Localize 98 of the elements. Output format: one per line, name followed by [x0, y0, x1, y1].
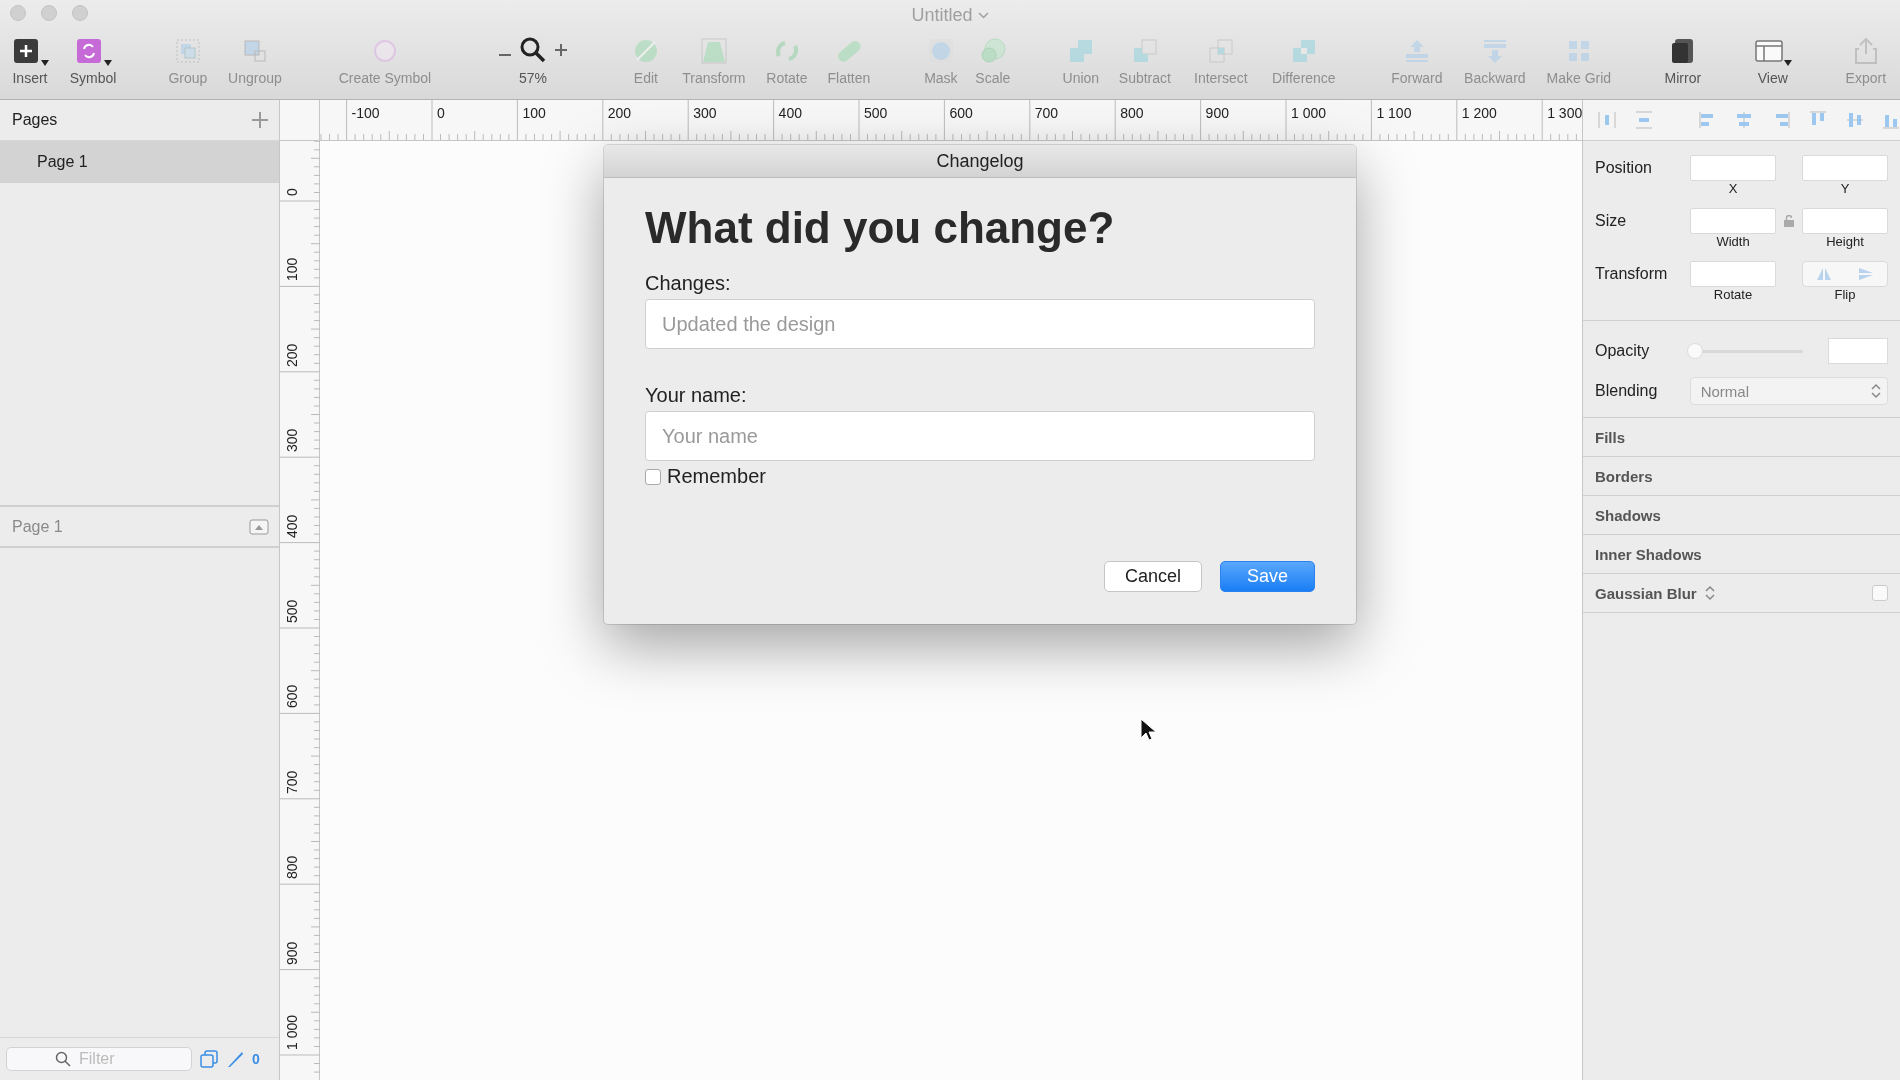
minus-icon [498, 54, 511, 56]
ruler-label: 400 [778, 105, 802, 121]
zoom-window-button[interactable] [72, 5, 88, 21]
ruler-label: 800 [284, 855, 300, 880]
checkbox[interactable] [645, 468, 661, 485]
count-label: 0 [252, 1051, 260, 1067]
section-header[interactable]: Gaussian Blur [1595, 584, 1697, 602]
ruler-label: -100 [351, 105, 380, 121]
ruler-label: 1 200 [1461, 105, 1497, 121]
cursor-icon [1140, 718, 1156, 742]
input-field[interactable]: Your name [645, 411, 1315, 461]
ruler-label: 600 [284, 685, 300, 709]
ruler-label: 1 000 [1291, 105, 1327, 121]
ruler-label: 900 [284, 941, 300, 965]
field-label: Transform [1595, 264, 1669, 284]
ruler-label: 800 [1120, 105, 1144, 121]
ruler-label: 300 [284, 428, 300, 453]
layers-header: Page 1 [12, 517, 63, 536]
ruler-label: 0 [437, 105, 445, 121]
ruler-label: 200 [607, 105, 632, 121]
trapezoid-icon [698, 36, 729, 66]
symbol-button[interactable]: Symbol [64, 36, 122, 86]
section-header[interactable]: Fills [1595, 428, 1625, 446]
close-button[interactable] [10, 5, 26, 21]
flip-control[interactable] [1802, 261, 1888, 287]
field-caption: Rotate [1712, 287, 1754, 304]
field-label: Position [1595, 158, 1653, 178]
page-item[interactable]: Page 1 [0, 141, 279, 183]
section-header[interactable]: Borders [1595, 467, 1653, 485]
section-header[interactable]: Inner Shadows [1595, 545, 1702, 563]
dialog-heading: What did you change? [645, 203, 1116, 253]
ruler-label: 900 [1205, 105, 1229, 121]
slider-thumb[interactable] [1686, 342, 1703, 359]
dialog-button[interactable]: Save [1219, 561, 1315, 592]
field-caption: Width [1715, 234, 1751, 251]
checkbox-label: Remember [667, 465, 766, 488]
ruler-label: 500 [864, 105, 888, 121]
pages-title: Pages [12, 111, 58, 129]
lock-icon[interactable] [1784, 215, 1794, 227]
field-label: Size [1595, 211, 1628, 231]
number-field[interactable] [1828, 338, 1888, 364]
field-caption: Height [1825, 234, 1865, 251]
field-caption: X [1727, 181, 1739, 198]
ruler-label: 300 [693, 105, 717, 121]
ruler-label: 700 [284, 770, 300, 794]
flip-vertical-icon [1857, 267, 1875, 281]
minimize-button[interactable] [41, 5, 57, 21]
insert-button[interactable]: Insert [1, 36, 59, 86]
pen-icon[interactable] [226, 1050, 244, 1068]
flip-horizontal-icon [1815, 267, 1833, 281]
field-caption: Y [1839, 181, 1851, 198]
ruler-label: 1 000 [284, 1014, 300, 1050]
search-icon [55, 1051, 71, 1067]
ruler-label: 100 [522, 105, 546, 121]
dialog-button[interactable]: Cancel [1103, 561, 1202, 592]
section-header[interactable]: Shadows [1595, 506, 1661, 524]
field-label: Your name: [645, 384, 748, 407]
ruler-label: 100 [284, 258, 300, 282]
view-button[interactable]: View [1750, 36, 1795, 86]
distribute-horizontal-icon[interactable] [1597, 110, 1616, 130]
align-center-icon[interactable] [1734, 110, 1754, 130]
dialog-title: Changelog [936, 150, 1024, 172]
field-label: Changes: [645, 272, 732, 295]
copy-icon[interactable] [200, 1050, 218, 1068]
window-title: Untitled [911, 4, 973, 26]
ruler-label: 400 [284, 514, 300, 538]
number-field[interactable] [1690, 155, 1776, 181]
plus-icon [11, 36, 41, 66]
search-icon [518, 35, 547, 64]
stepper-icon [1871, 383, 1881, 399]
chevron-down-icon[interactable] [977, 11, 989, 19]
plus-icon [554, 44, 567, 56]
collapse-icon[interactable] [249, 518, 269, 535]
blending-select[interactable]: Normal [1689, 377, 1888, 405]
plus-icon[interactable] [251, 111, 269, 129]
stepper-icon[interactable] [1704, 585, 1715, 601]
checkbox[interactable] [1872, 585, 1888, 601]
field-caption: Flip [1833, 287, 1857, 304]
ruler-label: 1 300 [1547, 105, 1583, 121]
zoom-level: 57% [518, 70, 547, 86]
number-field[interactable] [1690, 261, 1776, 287]
ruler-label: 600 [949, 105, 973, 121]
align-middle-icon[interactable] [1844, 110, 1864, 130]
zoom-in-button[interactable] [554, 43, 567, 59]
mirror-button[interactable]: Mirror [1654, 36, 1712, 86]
field-label: Opacity [1595, 341, 1651, 361]
number-field[interactable] [1802, 208, 1888, 234]
ruler-label: 1 100 [1376, 105, 1412, 121]
distribute-vertical-icon[interactable] [1633, 110, 1653, 130]
input-field[interactable]: Updated the design [645, 299, 1315, 349]
number-field[interactable] [1690, 208, 1776, 234]
ruler-label: 0 [284, 188, 300, 196]
ruler-label: 500 [284, 599, 300, 623]
number-field[interactable] [1802, 155, 1888, 181]
filter-field[interactable]: Filter [6, 1047, 192, 1071]
ruler-label: 200 [284, 343, 300, 367]
field-label: Blending [1595, 381, 1659, 401]
ruler-label: 700 [1034, 105, 1059, 121]
